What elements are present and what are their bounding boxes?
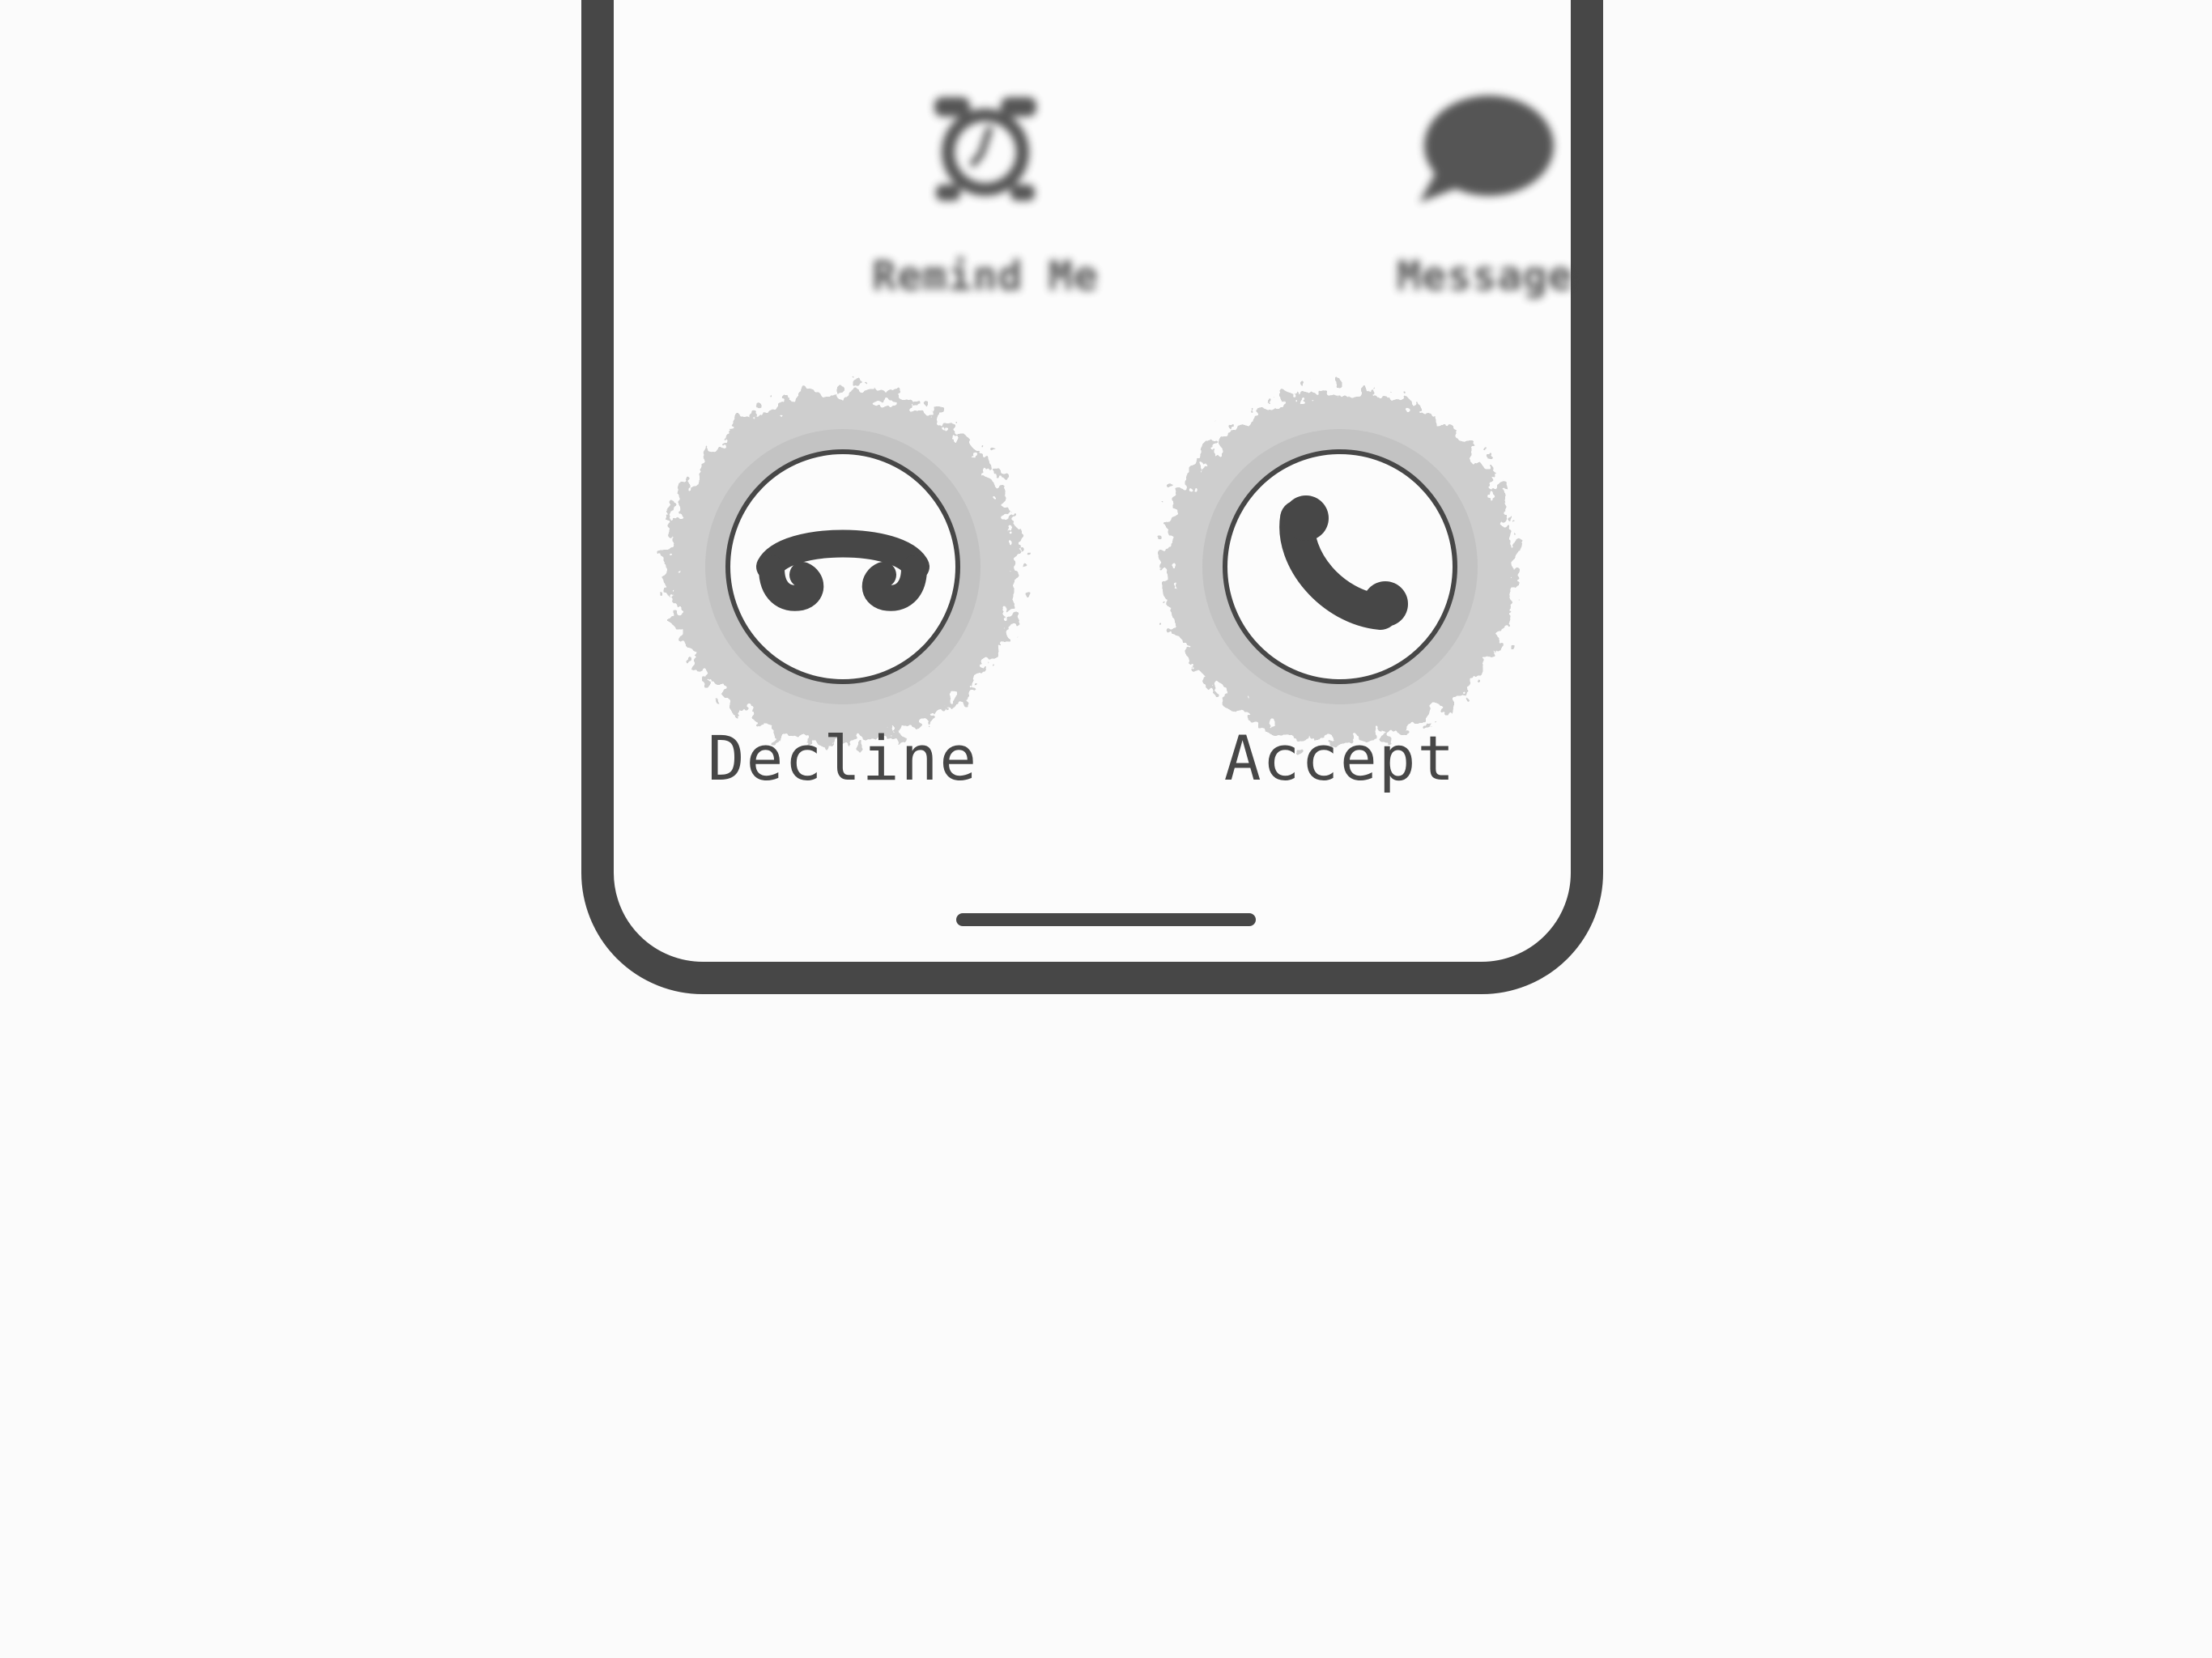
home-indicator[interactable] [956, 913, 1256, 926]
stage: Remind Me Message Decline Accept [0, 0, 2212, 1658]
message-button[interactable]: Message [1339, 89, 1631, 300]
decline-label: Decline [707, 722, 979, 794]
message-label: Message [1397, 253, 1573, 300]
accept-button[interactable] [1223, 449, 1457, 684]
phone-hangup-icon [756, 529, 929, 611]
remind-me-label: Remind Me [872, 253, 1099, 300]
remind-me-button[interactable]: Remind Me [840, 89, 1131, 300]
speech-bubble-icon [1419, 96, 1554, 202]
decline-button[interactable] [725, 449, 960, 684]
alarm-clock-icon [934, 97, 1036, 201]
phone-handset-icon [1279, 495, 1408, 630]
accept-label: Accept [1223, 722, 1457, 794]
